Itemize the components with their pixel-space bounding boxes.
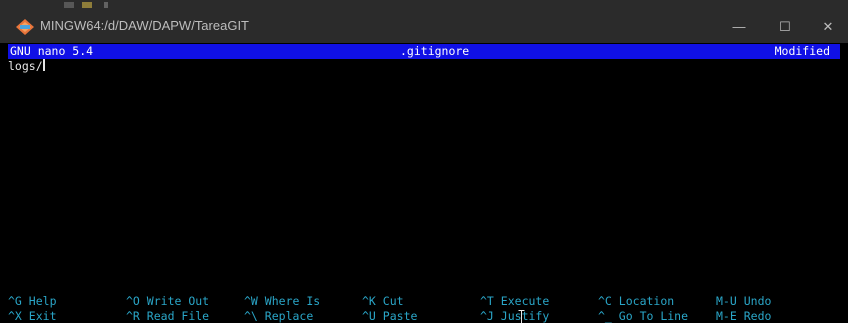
shortcut-key: ^X	[8, 309, 22, 323]
close-button[interactable]: ✕	[808, 10, 848, 43]
shortcut-label: Go To Line	[618, 309, 689, 323]
title-bar[interactable]: MINGW64:/d/DAW/DAPW/TareaGIT — ☐ ✕	[0, 10, 848, 43]
taskbar-strip	[0, 0, 848, 10]
shortcut-label: Undo	[743, 294, 772, 308]
shortcut-key: ^T	[480, 294, 494, 308]
shortcut-label: Redo	[743, 309, 772, 323]
shortcut-read-file: ^R Read File	[126, 309, 209, 323]
shortcut-key: M-U	[716, 294, 737, 308]
shortcut-key: ^U	[362, 309, 376, 323]
terminal-area[interactable]: GNU nano 5.4 .gitignore Modified logs/ ^…	[0, 43, 848, 323]
nano-header-bar: GNU nano 5.4 .gitignore Modified	[8, 44, 840, 59]
shortcut-label: Write Out	[146, 294, 210, 308]
shortcut-label: Location	[618, 294, 675, 308]
shortcut-justify: ^J Justify	[480, 309, 549, 323]
shortcut-label: Exit	[28, 309, 57, 323]
text-cursor-icon	[518, 310, 525, 323]
nano-version: GNU nano 5.4	[10, 44, 94, 58]
shortcut-exit: ^X Exit	[8, 309, 57, 323]
shortcut-key: ^R	[126, 309, 140, 323]
text-cursor	[42, 59, 45, 71]
nano-filename: .gitignore	[400, 44, 470, 58]
shortcut-cut: ^K Cut	[362, 294, 404, 308]
shortcut-label: Paste	[382, 309, 418, 323]
minimize-button[interactable]: —	[716, 10, 762, 43]
shortcut-redo: M-E Redo	[716, 309, 771, 323]
window-title: MINGW64:/d/DAW/DAPW/TareaGIT	[40, 18, 249, 33]
maximize-button[interactable]: ☐	[762, 10, 808, 43]
shortcut-go-to-line: ^_ Go To Line	[598, 309, 688, 323]
shortcut-key: ^C	[598, 294, 612, 308]
shortcut-label: Help	[28, 294, 57, 308]
shortcut-label: Replace	[264, 309, 314, 323]
editor-line-text: logs/	[8, 59, 43, 73]
shortcut-key: ^J	[480, 309, 494, 323]
shortcut-where-is: ^W Where Is	[244, 294, 320, 308]
shortcut-execute: ^T Execute	[480, 294, 549, 308]
shortcut-paste: ^U Paste	[362, 309, 417, 323]
terminal-window: MINGW64:/d/DAW/DAPW/TareaGIT — ☐ ✕ GNU n…	[0, 0, 848, 323]
shortcut-key: ^K	[362, 294, 376, 308]
shortcut-location: ^C Location	[598, 294, 674, 308]
shortcut-key: M-E	[716, 309, 737, 323]
git-bash-icon	[16, 19, 34, 35]
shortcut-bar: ^G Help ^O Write Out ^W Where Is ^K Cut …	[8, 294, 840, 323]
shortcut-label: Read File	[146, 309, 210, 323]
shortcut-replace: ^\ Replace	[244, 309, 313, 323]
shortcut-write-out: ^O Write Out	[126, 294, 209, 308]
shortcut-key: ^_	[598, 309, 612, 323]
editor-line[interactable]: logs/	[8, 59, 45, 74]
shortcut-label: Cut	[382, 294, 404, 308]
shortcut-key: ^G	[8, 294, 22, 308]
shortcut-label: Where Is	[264, 294, 321, 308]
shortcut-label: Justify	[500, 309, 550, 323]
shortcut-help: ^G Help	[8, 294, 57, 308]
shortcut-key: ^O	[126, 294, 140, 308]
shortcut-key: ^\	[244, 309, 258, 323]
nano-modified-status: Modified	[774, 44, 830, 58]
shortcut-key: ^W	[244, 294, 258, 308]
shortcut-label: Execute	[500, 294, 550, 308]
shortcut-undo: M-U Undo	[716, 294, 771, 308]
